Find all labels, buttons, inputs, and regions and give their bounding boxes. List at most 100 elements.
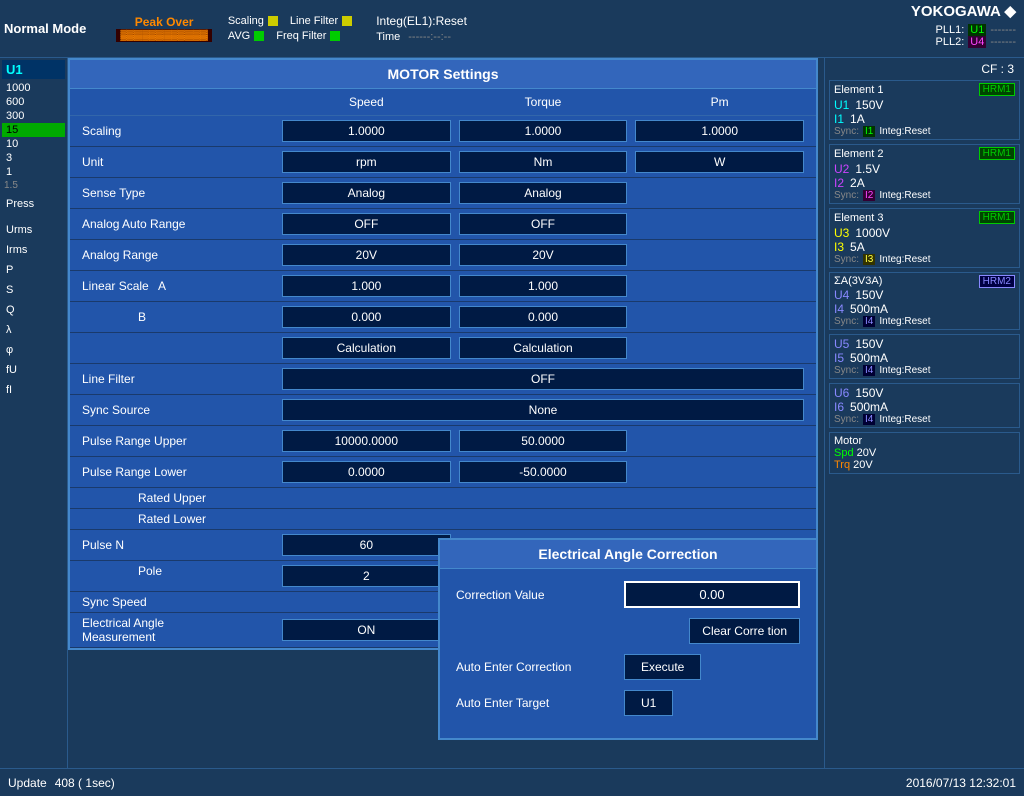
el5-sync-badge: I4	[863, 365, 875, 376]
linear-b-torque[interactable]: 0.000	[459, 306, 628, 328]
element2-name: Element 2	[834, 148, 884, 160]
execute-button[interactable]: Execute	[624, 654, 701, 680]
el3-integ: Integ:Reset	[879, 254, 930, 265]
sigma-u4-val: 150V	[855, 288, 883, 302]
line-filter-row: Line Filter OFF	[70, 364, 816, 395]
analog-range-speed[interactable]: 20V	[282, 244, 451, 266]
line-filter-val[interactable]: OFF	[282, 368, 804, 390]
scaling-speed-input[interactable]: 1.0000	[282, 120, 451, 142]
el3-u-val: 1000V	[855, 226, 890, 240]
element6-i-row: I6 500mA	[834, 400, 1015, 414]
correction-value-display[interactable]: 0.00	[624, 581, 800, 608]
el5-u-val: 150V	[855, 337, 883, 351]
el1-u-label: U1	[834, 98, 849, 112]
sigma-u4-label: U4	[834, 288, 849, 302]
el6-u-label: U6	[834, 386, 849, 400]
sync-source-row: Sync Source None	[70, 395, 816, 426]
analog-range-label: Analog Range	[78, 248, 278, 262]
left-15-small: 1.5	[2, 179, 65, 192]
line-filter-indicator	[342, 16, 352, 26]
el3-sync-label: Sync:	[834, 254, 859, 265]
pulse-upper-label: Pulse Range Upper	[78, 434, 278, 448]
el3-i-label: I3	[834, 240, 844, 254]
scaling-indicator	[268, 16, 278, 26]
left-num-3: 3	[2, 151, 65, 165]
left-num-600: 600	[2, 95, 65, 109]
avg-indicator	[254, 31, 264, 41]
sense-type-row: Sense Type Analog Analog	[70, 178, 816, 209]
analog-auto-speed[interactable]: OFF	[282, 213, 451, 235]
el6-sync-label: Sync:	[834, 414, 859, 425]
pulse-upper-torque[interactable]: 50.0000	[459, 430, 628, 452]
left-num-300: 300	[2, 109, 65, 123]
sync-source-label: Sync Source	[78, 403, 278, 417]
calc-torque[interactable]: Calculation	[459, 337, 628, 359]
correction-value-row: Correction Value 0.00	[456, 581, 800, 608]
element5-sync: Sync: I4 Integ:Reset	[834, 365, 1015, 376]
pulse-lower-label: Pulse Range Lower	[78, 465, 278, 479]
el1-integ: Integ:Reset	[879, 126, 930, 137]
pulse-lower-torque[interactable]: -50.0000	[459, 461, 628, 483]
analog-range-torque[interactable]: 20V	[459, 244, 628, 266]
sense-type-label: Sense Type	[78, 186, 278, 200]
motor-spd-label: Spd	[834, 447, 854, 459]
target-button[interactable]: U1	[624, 690, 673, 716]
q-label: Q	[2, 302, 65, 318]
element3-i-row: I3 5A	[834, 240, 1015, 254]
clear-correction-button[interactable]: Clear Corre tion	[689, 618, 800, 644]
el6-i-val: 500mA	[850, 400, 888, 414]
analog-range-row: Analog Range 20V 20V	[70, 240, 816, 271]
clear-correction-row: Clear Corre tion	[456, 618, 800, 644]
linear-a-speed[interactable]: 1.000	[282, 275, 451, 297]
element1-sync: Sync: I1 Integ:Reset	[834, 126, 1015, 137]
linear-b-speed[interactable]: 0.000	[282, 306, 451, 328]
element1-u-row: U1 150V	[834, 98, 1015, 112]
el5-u-label: U5	[834, 337, 849, 351]
calc-speed[interactable]: Calculation	[282, 337, 451, 359]
element2-card: Element 2 HRM1 U2 1.5V I2 2A Sync: I2 In…	[829, 144, 1020, 204]
element2-sync: Sync: I2 Integ:Reset	[834, 190, 1015, 201]
irms-label: Irms	[2, 242, 65, 258]
analog-auto-label: Analog Auto Range	[78, 217, 278, 231]
calculation-row: Calculation Calculation	[70, 333, 816, 364]
el1-i-val: 1A	[850, 112, 865, 126]
el3-sync-badge: I3	[863, 254, 875, 265]
unit-speed-input[interactable]: rpm	[282, 151, 451, 173]
pole-val[interactable]: 2	[282, 565, 451, 587]
correction-value-label: Correction Value	[456, 588, 616, 602]
sense-speed-input[interactable]: Analog	[282, 182, 451, 204]
sync-source-val[interactable]: None	[282, 399, 804, 421]
element2-title: Element 2 HRM1	[834, 147, 1015, 160]
linear-a-torque[interactable]: 1.000	[459, 275, 628, 297]
sigma-i4-row: I4 500mA	[834, 302, 1015, 316]
scaling-pm-input[interactable]: 1.0000	[635, 120, 804, 142]
pll2-row: PLL2: U4 -------	[936, 36, 1016, 48]
pulse-upper-speed[interactable]: 10000.0000	[282, 430, 451, 452]
scaling-torque-input[interactable]: 1.0000	[459, 120, 628, 142]
linear-scale-a-row: Linear Scale A 1.000 1.000	[70, 271, 816, 302]
left-num-1: 1	[2, 165, 65, 179]
elec-angle-label: Electrical AngleMeasurement	[78, 616, 278, 644]
left-num-10: 10	[2, 137, 65, 151]
unit-torque-input[interactable]: Nm	[459, 151, 628, 173]
pulse-lower-row: Pulse Range Lower 0.0000 -50.0000	[70, 457, 816, 488]
brand-label: YOKOGAWA ◆	[911, 3, 1016, 20]
update-interval: 408 ( 1sec)	[55, 776, 115, 790]
sigma-i4-val: 500mA	[850, 302, 888, 316]
fu-label: fU	[2, 362, 65, 378]
motor-right-title: Motor	[834, 435, 1015, 447]
p-label: P	[2, 262, 65, 278]
pulse-n-val[interactable]: 60	[282, 534, 451, 556]
unit-row-label: Unit	[78, 155, 278, 169]
unit-pm-input[interactable]: W	[635, 151, 804, 173]
linear-scale-b-label: B	[78, 310, 278, 324]
line-filter-row-label: Line Filter	[78, 372, 278, 386]
sync-speed-label: Sync Speed	[78, 595, 278, 609]
element3-u-row: U3 1000V	[834, 226, 1015, 240]
el3-u-label: U3	[834, 226, 849, 240]
pulse-lower-speed[interactable]: 0.0000	[282, 461, 451, 483]
analog-auto-torque[interactable]: OFF	[459, 213, 628, 235]
el3-i-val: 5A	[850, 240, 865, 254]
sense-torque-input[interactable]: Analog	[459, 182, 628, 204]
elec-angle-val[interactable]: ON	[282, 619, 451, 641]
